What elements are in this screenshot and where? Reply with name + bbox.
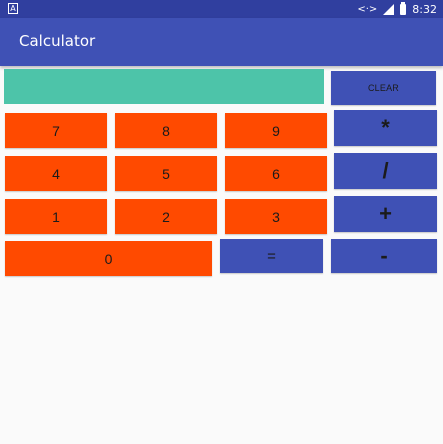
plus-button[interactable]: + [334,196,437,232]
divide-button[interactable]: / [334,153,437,189]
digit-9-button[interactable]: 9 [225,113,327,148]
signal-icon [383,3,395,15]
digit-4-button[interactable]: 4 [5,156,107,191]
android-notification-icon: A [8,3,18,14]
digit-5-button[interactable]: 5 [115,156,217,191]
digit-6-button[interactable]: 6 [225,156,327,191]
digit-1-button[interactable]: 1 [5,199,107,234]
digit-3-button[interactable]: 3 [225,199,327,234]
multiply-button[interactable]: * [334,110,437,146]
status-clock: 8:32 [412,2,437,16]
minus-button[interactable]: - [331,239,437,273]
clear-button[interactable]: CLEAR [331,71,436,105]
status-icons: <·> 8:32 [357,1,437,16]
digit-7-button[interactable]: 7 [5,113,107,148]
status-bar: A <·> 8:32 [0,0,443,18]
digit-2-button[interactable]: 2 [115,199,217,234]
equals-button[interactable]: = [220,239,323,273]
app-title: Calculator [19,32,96,50]
digit-8-button[interactable]: 8 [115,113,217,148]
battery-icon [400,1,407,15]
calculator-display [4,69,324,104]
digit-0-button[interactable]: 0 [5,241,212,276]
vpn-key-icon: <·> [357,3,378,15]
app-bar: Calculator [0,18,443,66]
